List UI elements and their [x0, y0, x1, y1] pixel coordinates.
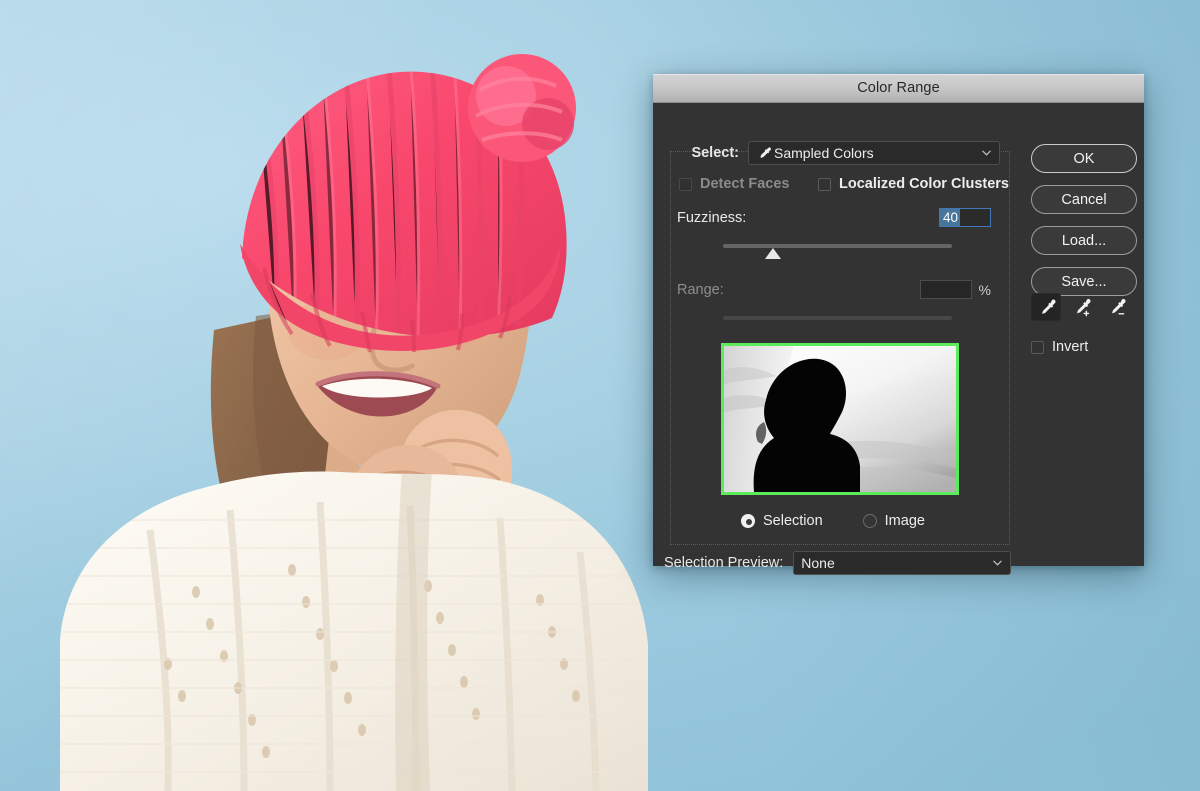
- mask-preview[interactable]: [721, 343, 959, 495]
- fuzziness-label: Fuzziness:: [677, 210, 746, 226]
- selection-preview-row: Selection Preview: None: [664, 551, 1011, 575]
- invert-checkbox[interactable]: Invert: [1031, 339, 1088, 355]
- eyedropper-plus-icon: [1071, 297, 1092, 318]
- slider-track: [723, 316, 952, 320]
- checkbox-box[interactable]: [818, 178, 831, 191]
- dialog-title: Color Range: [857, 80, 940, 96]
- selection-preview-value: None: [801, 555, 834, 571]
- range-label: Range:: [677, 282, 724, 298]
- fuzziness-input[interactable]: 40: [939, 208, 991, 227]
- detect-faces-label: Detect Faces: [700, 176, 789, 192]
- dialog-buttons: OK Cancel Load... Save...: [1031, 144, 1137, 308]
- chevron-down-icon: [982, 150, 991, 156]
- radio-dot[interactable]: [863, 514, 877, 528]
- range-unit: %: [979, 282, 991, 298]
- select-row: Select: Sampled Colors: [677, 141, 1000, 165]
- radio-dot[interactable]: [741, 514, 755, 528]
- radio-image-label: Image: [885, 513, 925, 529]
- fuzziness-row: Fuzziness: 40: [677, 208, 991, 227]
- detect-faces-checkbox: Detect Faces: [679, 176, 818, 192]
- checkbox-row: Detect Faces Localized Color Clusters: [679, 176, 1009, 192]
- localized-color-clusters-label: Localized Color Clusters: [839, 176, 1009, 192]
- color-range-dialog[interactable]: Color Range Select: Sampled Colors Detec…: [653, 74, 1144, 566]
- invert-label: Invert: [1052, 339, 1088, 355]
- range-input: [920, 280, 972, 299]
- ok-button[interactable]: OK: [1031, 144, 1137, 173]
- radio-image[interactable]: Image: [863, 513, 925, 529]
- eyedropper-toolbar: [1031, 293, 1136, 321]
- range-row: Range: %: [677, 280, 991, 299]
- eyedropper-tool[interactable]: [1031, 293, 1061, 321]
- selection-preview-dropdown[interactable]: None: [793, 551, 1011, 575]
- eyedropper-icon: [1036, 297, 1057, 318]
- slider-track: [723, 244, 952, 248]
- checkbox-box: [679, 178, 692, 191]
- invert-row: Invert: [1031, 339, 1088, 355]
- slider-thumb[interactable]: [765, 248, 781, 259]
- dialog-titlebar[interactable]: Color Range: [653, 74, 1144, 103]
- dialog-body: Select: Sampled Colors Detect Faces Loca…: [653, 103, 1144, 566]
- eyedropper-add-tool[interactable]: [1066, 293, 1096, 321]
- localized-color-clusters-checkbox[interactable]: Localized Color Clusters: [818, 176, 1009, 192]
- chevron-down-icon: [993, 560, 1002, 566]
- eyedropper-icon: [756, 146, 772, 161]
- radio-selection[interactable]: Selection: [741, 513, 823, 529]
- radio-selection-label: Selection: [763, 513, 823, 529]
- range-slider: [723, 316, 952, 320]
- fuzziness-value: 40: [940, 209, 960, 226]
- photo-subject: [0, 0, 700, 791]
- save-button[interactable]: Save...: [1031, 267, 1137, 296]
- eyedropper-minus-icon: [1106, 297, 1127, 318]
- select-dropdown[interactable]: Sampled Colors: [748, 141, 1000, 165]
- load-button[interactable]: Load...: [1031, 226, 1137, 255]
- preview-mode-radios: Selection Image: [741, 513, 965, 529]
- eyedropper-subtract-tool[interactable]: [1101, 293, 1131, 321]
- select-value: Sampled Colors: [774, 145, 874, 161]
- select-label: Select:: [677, 145, 739, 161]
- checkbox-box[interactable]: [1031, 341, 1044, 354]
- range-value: [921, 281, 926, 298]
- fuzziness-slider[interactable]: [723, 244, 952, 248]
- selection-preview-label: Selection Preview:: [664, 555, 783, 571]
- cancel-button[interactable]: Cancel: [1031, 185, 1137, 214]
